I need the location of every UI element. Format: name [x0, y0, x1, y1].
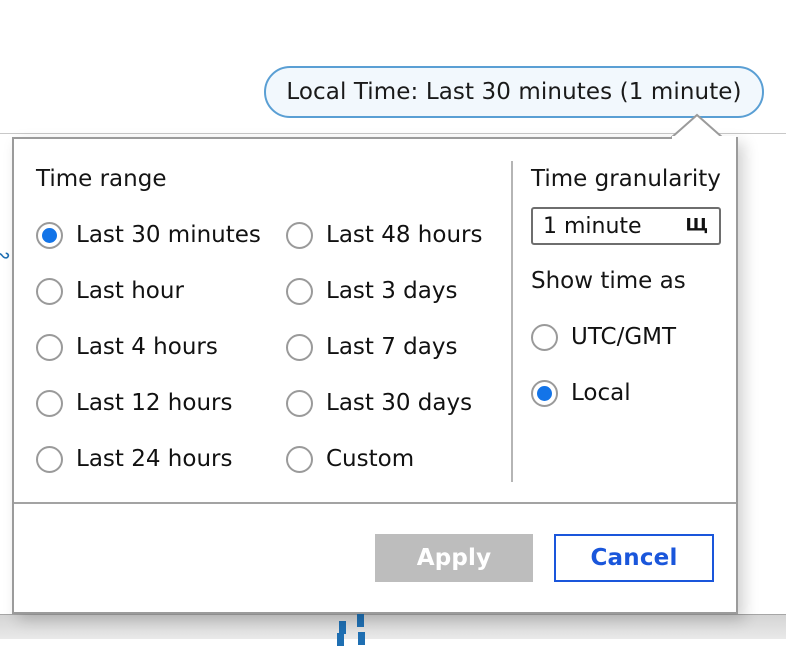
radio-label: Last 30 days: [326, 390, 473, 416]
apply-button-label: Apply: [416, 545, 492, 571]
radio-icon[interactable]: [36, 389, 63, 417]
radio-icon[interactable]: [531, 379, 558, 407]
cancel-button[interactable]: Cancel: [554, 534, 714, 582]
radio-option-last-30-days[interactable]: Last 30 days: [286, 375, 511, 431]
radio-icon[interactable]: [36, 277, 63, 305]
radio-icon[interactable]: [286, 333, 313, 361]
radio-icon[interactable]: [531, 323, 558, 351]
time-settings-section: Time granularity 1 minute Щ Show time as…: [513, 139, 736, 500]
radio-option-last-12-hours[interactable]: Last 12 hours: [36, 375, 286, 431]
time-range-popup: Time range Last 30 minutes Last hour Las…: [12, 137, 738, 614]
dashed-selection-marker: [337, 633, 344, 646]
radio-icon[interactable]: [286, 221, 313, 249]
radio-icon[interactable]: [286, 445, 313, 473]
radio-option-last-7-days[interactable]: Last 7 days: [286, 319, 511, 375]
radio-option-last-hour[interactable]: Last hour: [36, 263, 286, 319]
popup-body: Time range Last 30 minutes Last hour Las…: [14, 139, 736, 500]
radio-icon[interactable]: [286, 277, 313, 305]
radio-option-last-30-minutes[interactable]: Last 30 minutes: [36, 207, 286, 263]
radio-option-last-48-hours[interactable]: Last 48 hours: [286, 207, 511, 263]
show-time-as-title: Show time as: [531, 268, 686, 294]
page-bottom-band: [0, 614, 786, 639]
radio-label: Last hour: [76, 278, 184, 304]
radio-label: Last 24 hours: [76, 446, 233, 472]
radio-option-last-4-hours[interactable]: Last 4 hours: [36, 319, 286, 375]
radio-icon[interactable]: [36, 445, 63, 473]
dashed-selection-marker: [357, 614, 364, 627]
time-range-column-one: Time range Last 30 minutes Last hour Las…: [36, 165, 286, 500]
cancel-button-label: Cancel: [590, 545, 678, 571]
time-range-trigger-label: Local Time: Last 30 minutes (1 minute): [286, 79, 742, 105]
page-horizontal-rule: [0, 133, 786, 134]
popup-footer: Apply Cancel: [14, 502, 736, 612]
radio-label: Last 12 hours: [76, 390, 233, 416]
radio-label: Local: [571, 380, 631, 406]
time-granularity-title: Time granularity: [531, 166, 721, 192]
time-range-title: Time range: [36, 166, 167, 192]
radio-label: Last 7 days: [326, 334, 458, 360]
column-spacer: [286, 165, 511, 207]
curly-decoration-icon: ∾∾: [0, 243, 10, 267]
radio-label: Last 48 hours: [326, 222, 483, 248]
radio-option-utc-gmt[interactable]: UTC/GMT: [531, 309, 736, 365]
time-granularity-select[interactable]: 1 minute Щ: [531, 207, 721, 245]
dashed-selection-marker: [358, 632, 365, 645]
radio-icon[interactable]: [36, 333, 63, 361]
radio-icon[interactable]: [286, 389, 313, 417]
radio-icon[interactable]: [36, 221, 63, 249]
radio-label: Last 3 days: [326, 278, 458, 304]
apply-button[interactable]: Apply: [375, 534, 533, 582]
radio-option-custom[interactable]: Custom: [286, 431, 511, 487]
radio-option-local[interactable]: Local: [531, 365, 736, 421]
time-granularity-value: 1 minute: [543, 213, 642, 239]
popup-caret: [668, 113, 737, 139]
radio-label: Last 30 minutes: [76, 222, 261, 248]
radio-label: UTC/GMT: [571, 324, 677, 350]
radio-option-last-24-hours[interactable]: Last 24 hours: [36, 431, 286, 487]
radio-option-last-3-days[interactable]: Last 3 days: [286, 263, 511, 319]
radio-label: Last 4 hours: [76, 334, 218, 360]
radio-label: Custom: [326, 446, 415, 472]
time-range-trigger-button[interactable]: Local Time: Last 30 minutes (1 minute): [264, 66, 764, 118]
time-range-section: Time range Last 30 minutes Last hour Las…: [14, 139, 511, 500]
time-range-column-two: Last 48 hours Last 3 days Last 7 days La…: [286, 165, 511, 500]
chevron-down-icon: Щ: [685, 215, 708, 236]
